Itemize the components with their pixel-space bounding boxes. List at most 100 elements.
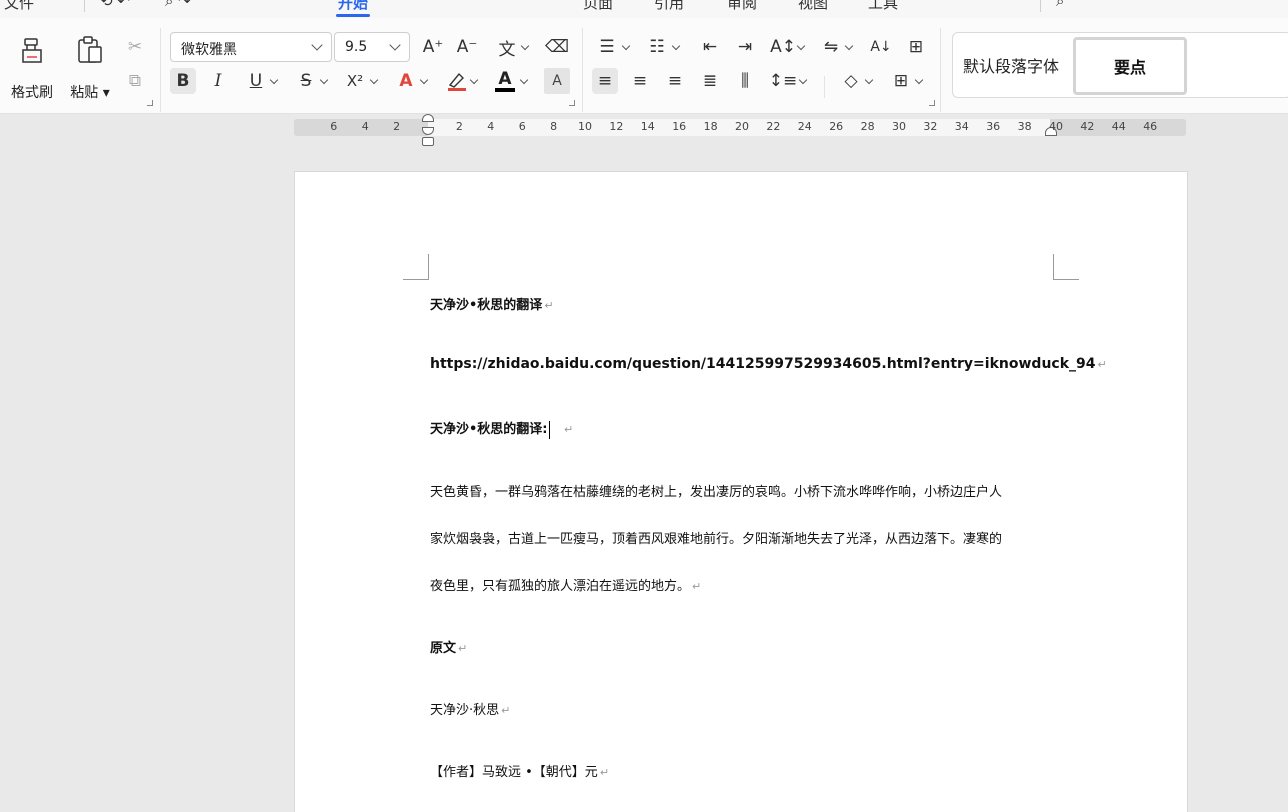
- bold-icon[interactable]: B: [170, 68, 196, 94]
- ruler-tick-label: 46: [1143, 120, 1158, 133]
- ruler-tick-label: 2: [393, 120, 401, 133]
- chevron-down-icon[interactable]: [796, 41, 806, 51]
- tab-layout[interactable]: 页面: [583, 0, 613, 13]
- first-line-indent-marker[interactable]: [422, 114, 434, 122]
- tab-file[interactable]: 文件: [4, 0, 34, 13]
- superscript-icon[interactable]: X²: [342, 68, 368, 94]
- strikethrough-icon[interactable]: S: [293, 68, 319, 94]
- tab-home[interactable]: 开始: [338, 0, 368, 13]
- chevron-down-icon[interactable]: [469, 75, 479, 85]
- highlight-icon[interactable]: [444, 68, 470, 94]
- chevron-down-icon[interactable]: [914, 75, 924, 85]
- text-effect-icon[interactable]: A: [393, 68, 419, 94]
- decrease-indent-icon[interactable]: ⇤: [697, 34, 723, 60]
- ruler-tick-label: 38: [1017, 120, 1032, 133]
- paragraph-original-heading[interactable]: 原文 ↵: [430, 637, 467, 656]
- chevron-down-icon[interactable]: [864, 75, 874, 85]
- ribbon-separator: [582, 28, 583, 112]
- clear-format-icon[interactable]: ⌫: [544, 34, 570, 60]
- sort-icon[interactable]: A↓: [868, 34, 894, 60]
- shading-icon[interactable]: ◇: [838, 68, 864, 94]
- chevron-down-icon[interactable]: [520, 41, 530, 51]
- tab-view[interactable]: 视图: [798, 0, 828, 13]
- show-hide-marks-icon[interactable]: ⊞: [903, 34, 929, 60]
- chevron-down-icon[interactable]: [798, 75, 808, 85]
- tab-tools[interactable]: 工具: [868, 0, 898, 13]
- paragraph-dialog-launcher[interactable]: [929, 100, 935, 106]
- ruler-tick-label: 2: [455, 120, 463, 133]
- chevron-down-icon[interactable]: [319, 75, 329, 85]
- ruler-tick-label: 40: [1049, 120, 1063, 133]
- font-size-select[interactable]: 9.5: [334, 32, 410, 62]
- search-icon[interactable]: ⌕: [1056, 0, 1064, 10]
- margin-corner-top-left: [403, 254, 429, 280]
- paragraph-title[interactable]: 天净沙•秋思的翻译 ↵: [430, 294, 554, 313]
- bullet-list-icon[interactable]: ☰: [594, 34, 620, 60]
- align-left-icon[interactable]: ≡: [592, 68, 618, 94]
- ruler-tick-label: 22: [766, 120, 781, 133]
- styles-gallery: 默认段落字体 要点: [952, 32, 1288, 98]
- ruler-tick-label: 34: [954, 120, 969, 133]
- paragraph-url[interactable]: https://zhidao.baidu.com/question/144125…: [430, 356, 1107, 372]
- align-right-icon[interactable]: ≡: [662, 68, 688, 94]
- font-name-select[interactable]: 微软雅黑: [170, 32, 332, 62]
- style-key-point[interactable]: 要点: [1073, 37, 1187, 95]
- chevron-down-icon[interactable]: [621, 41, 631, 51]
- font-dialog-launcher[interactable]: [569, 100, 575, 106]
- chevron-down-icon[interactable]: [844, 41, 854, 51]
- tab-references[interactable]: 引用: [654, 0, 684, 13]
- paste-icon: [78, 36, 102, 63]
- ruler-tick-label: 8: [550, 120, 558, 133]
- italic-icon[interactable]: I: [205, 68, 231, 94]
- font-color-letter: A: [498, 69, 512, 89]
- paragraph-body-line[interactable]: 夜色里，只有孤独的旅人漂泊在遥远的地方。 ↵: [430, 575, 701, 594]
- font-size-value: 9.5: [345, 39, 368, 55]
- left-indent-marker[interactable]: [422, 137, 434, 146]
- text-direction-icon[interactable]: A↕: [770, 34, 796, 60]
- chevron-down-icon[interactable]: [519, 75, 529, 85]
- increase-indent-icon[interactable]: ⇥: [732, 34, 758, 60]
- format-painter-button[interactable]: 格式刷: [6, 26, 58, 106]
- ribbon-tab-strip: 文件 ⟲ ↶ ⌕ ↷ 开始 页面 引用 审阅 视图 工具 ⌕: [0, 0, 1288, 18]
- borders-icon[interactable]: ⊞: [888, 68, 914, 94]
- char-shading-icon[interactable]: A: [544, 68, 570, 94]
- paragraph-mark: ↵: [458, 642, 468, 655]
- distributed-align-icon[interactable]: ⫼: [732, 68, 758, 94]
- paragraph-translation-heading[interactable]: 天净沙•秋思的翻译: ↵: [430, 418, 573, 439]
- ruler-tick-label: 36: [986, 120, 1001, 133]
- document-page[interactable]: 天净沙•秋思的翻译 ↵ https://zhidao.baidu.com/ques…: [294, 171, 1188, 812]
- ruler-tick-label: 4: [361, 120, 369, 133]
- copy-icon[interactable]: ⧉: [122, 68, 148, 94]
- line-spacing-icon[interactable]: ↕≡: [769, 68, 798, 94]
- font-color-bar: [495, 88, 515, 92]
- paste-button[interactable]: 粘贴 ▾: [66, 26, 114, 106]
- tab-review[interactable]: 审阅: [727, 0, 757, 13]
- chevron-down-icon[interactable]: [671, 41, 681, 51]
- shrink-font-icon[interactable]: A⁻: [454, 34, 480, 60]
- preview-icon[interactable]: ⌕ ↷: [165, 0, 191, 10]
- justify-icon[interactable]: ≣: [697, 68, 723, 94]
- align-center-icon[interactable]: ≡: [627, 68, 653, 94]
- clipboard-dialog-launcher[interactable]: [147, 100, 153, 106]
- chevron-down-icon[interactable]: [419, 75, 429, 85]
- text-cursor: [548, 420, 551, 439]
- grow-font-icon[interactable]: A⁺: [420, 34, 446, 60]
- paragraph-mark: ↵: [564, 423, 574, 436]
- ribbon-separator: [940, 28, 941, 112]
- cut-icon[interactable]: ✂: [122, 34, 148, 60]
- paragraph-author[interactable]: 【作者】马致远 •【朝代】元 ↵: [430, 761, 609, 780]
- paragraph-text: 天色黄昏，一群乌鸦落在枯藤缠绕的老树上，发出凄厉的哀鸣。小桥下流水哗哗作响，小桥…: [430, 485, 1003, 500]
- style-default-paragraph-font[interactable]: 默认段落字体: [963, 53, 1059, 77]
- chevron-down-icon[interactable]: [369, 75, 379, 85]
- text-flow-icon[interactable]: ⇋: [818, 34, 844, 60]
- numbered-list-icon[interactable]: ☷: [644, 34, 670, 60]
- chevron-down-icon: [311, 39, 323, 51]
- paragraph-body-line[interactable]: 天色黄昏，一群乌鸦落在枯藤缠绕的老树上，发出凄厉的哀鸣。小桥下流水哗哗作响，小桥…: [430, 481, 1002, 500]
- underline-icon[interactable]: U: [243, 68, 269, 94]
- chevron-down-icon[interactable]: [269, 75, 279, 85]
- paragraph-poem-title[interactable]: 天净沙·秋思 ↵: [430, 699, 510, 718]
- horizontal-ruler[interactable]: 6 4 2 2 4 6 8 10 12 14 16 18 20 22 24 26 28 30 32 34 36 38 40 4…: [294, 114, 1186, 146]
- undo-icon[interactable]: ⟲ ↶: [100, 0, 130, 10]
- paragraph-body-line[interactable]: 家炊烟袅袅，古道上一匹瘦马，顶着西风艰难地前行。夕阳渐渐地失去了光泽，从西边落下…: [430, 528, 1002, 547]
- phonetic-guide-icon[interactable]: 文: [494, 34, 520, 60]
